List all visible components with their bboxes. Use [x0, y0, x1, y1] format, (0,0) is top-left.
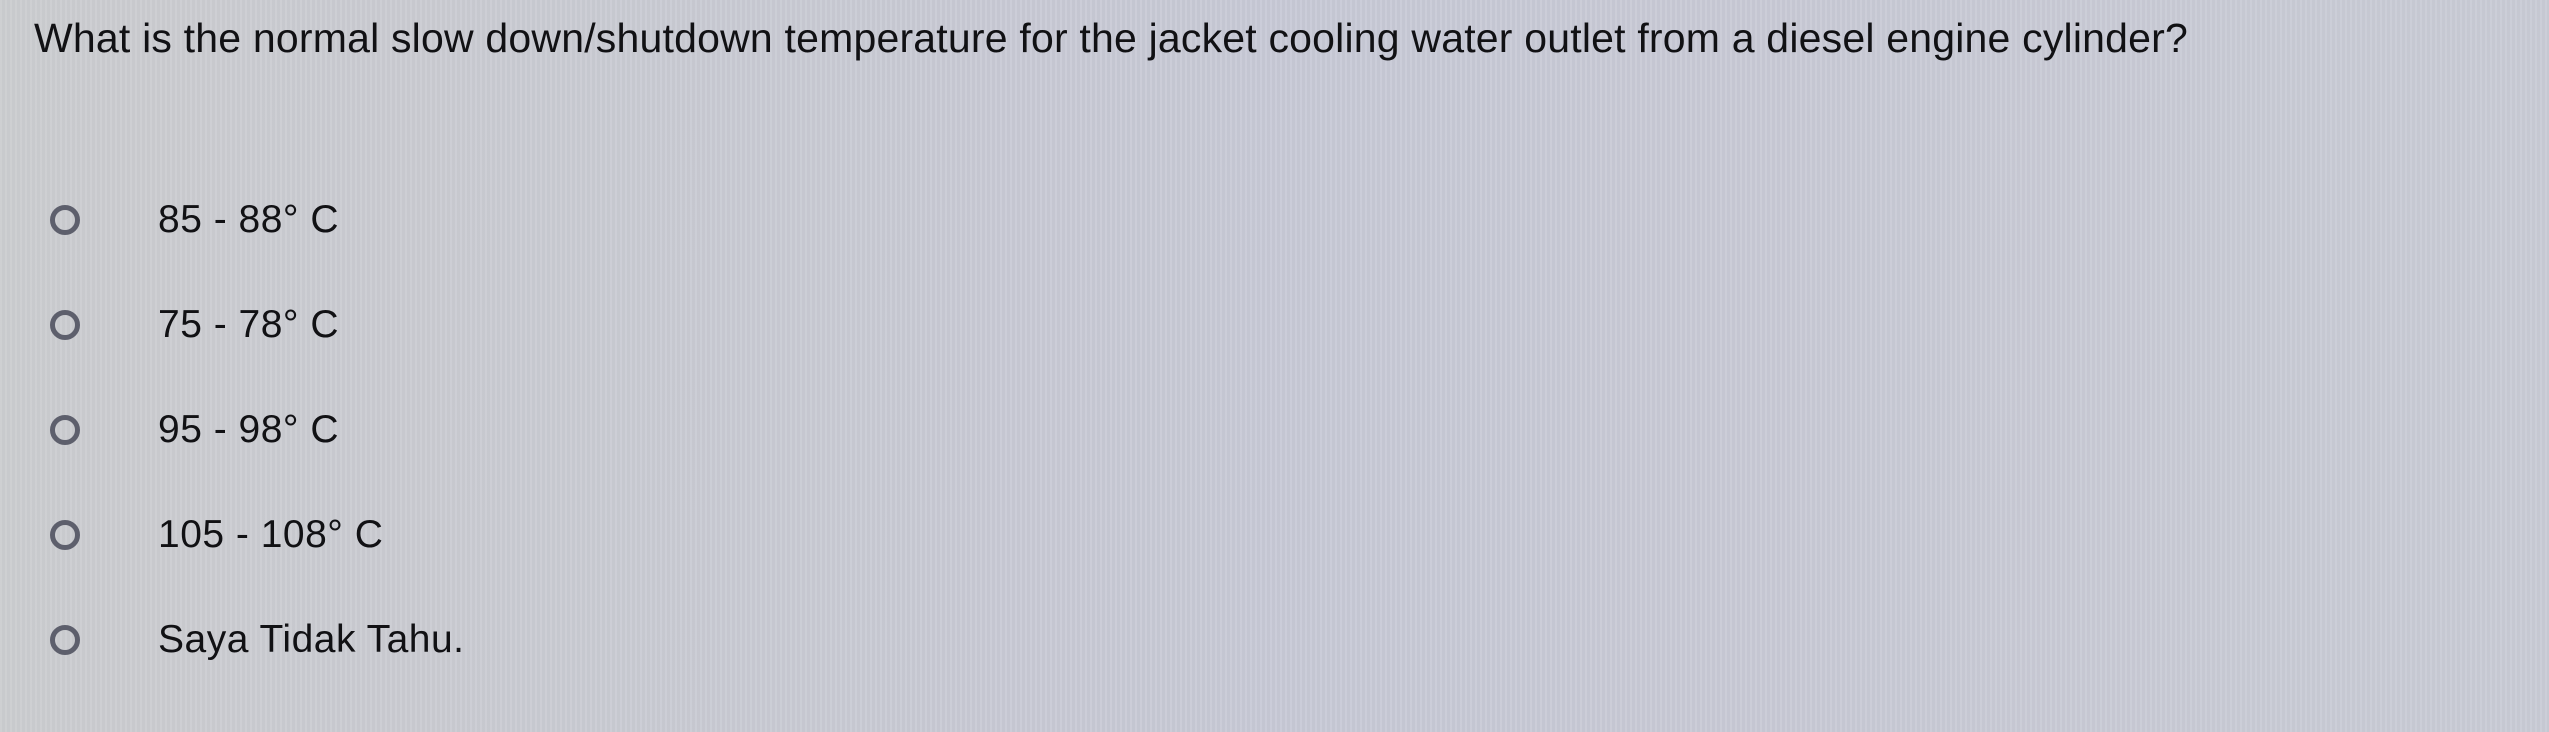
question-text: What is the normal slow down/shutdown te…	[34, 15, 2189, 61]
radio-unchecked-icon[interactable]	[50, 415, 80, 445]
radio-unchecked-icon[interactable]	[50, 625, 80, 655]
answer-option-dont-know[interactable]: Saya Tidak Tahu.	[50, 610, 464, 670]
answer-option-label: 85 - 88° C	[158, 198, 340, 241]
answer-option-105-108[interactable]: 105 - 108° C	[50, 505, 383, 565]
answer-option-label: 105 - 108° C	[158, 513, 384, 556]
radio-unchecked-icon[interactable]	[50, 520, 80, 550]
answer-option-95-98[interactable]: 95 - 98° C	[50, 400, 339, 460]
answer-option-label: 75 - 78° C	[158, 303, 340, 346]
radio-unchecked-icon[interactable]	[50, 310, 80, 340]
answer-option-label: Saya Tidak Tahu.	[158, 618, 465, 661]
answer-option-label: 95 - 98° C	[158, 408, 340, 451]
answer-option-85-88[interactable]: 85 - 88° C	[50, 190, 339, 250]
radio-unchecked-icon[interactable]	[50, 205, 80, 235]
answer-option-75-78[interactable]: 75 - 78° C	[50, 295, 339, 355]
